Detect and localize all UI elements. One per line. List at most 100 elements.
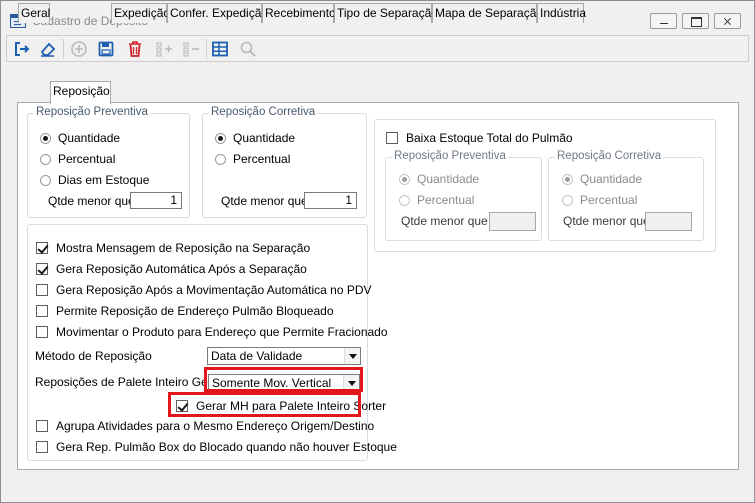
checkbox-label: Gera Reposição Automática Após a Separaç… <box>56 262 307 276</box>
checkbox-box <box>36 441 48 453</box>
metodo-reposicao-label: Método de Reposição <box>35 349 152 363</box>
pulmao-preventiva-title: Reposição Preventiva <box>392 150 508 162</box>
radio-label: Quantidade <box>58 131 121 145</box>
gera-pdv-checkbox[interactable]: Gera Reposição Após a Movimentação Autom… <box>36 283 372 297</box>
corretiva-quantidade-radio[interactable]: Quantidade <box>215 131 295 145</box>
checkbox-box <box>36 263 48 275</box>
pulmao-preventiva-qtde-label: Qtde menor que <box>401 214 488 228</box>
radio-label: Dias em Estoque <box>58 173 150 187</box>
preventiva-qtde-label: Qtde menor que <box>48 194 135 208</box>
mostra-mensagem-checkbox[interactable]: Mostra Mensagem de Reposição na Separaçã… <box>36 241 310 255</box>
toolbar-separator <box>63 39 64 59</box>
pulmao-preventiva-group: Reposição Preventiva Quantidade Percentu… <box>385 150 542 241</box>
preventiva-group: Reposição Preventiva Quantidade Percentu… <box>27 106 190 218</box>
toolbar <box>6 35 749 62</box>
table-icon[interactable] <box>208 37 232 61</box>
palete-inteiro-label: Reposições de Palete Inteiro Gerar <box>35 375 223 389</box>
radio-label: Percentual <box>58 152 116 166</box>
checkbox-box <box>36 420 48 432</box>
delete-icon[interactable] <box>123 37 147 61</box>
agrupa-atividades-checkbox[interactable]: Agrupa Atividades para o Mesmo Endereço … <box>36 419 374 433</box>
preventiva-quantidade-radio[interactable]: Quantidade <box>40 131 120 145</box>
gera-automatica-checkbox[interactable]: Gera Reposição Automática Após a Separaç… <box>36 262 307 276</box>
tab-tipo-separacao[interactable]: Tipo de Separação <box>334 3 438 23</box>
pulmao-group: Baixa Estoque Total do Pulmão Reposição … <box>374 119 716 252</box>
radio-dot <box>40 132 51 144</box>
gerar-mh-highlight <box>168 392 361 417</box>
radio-dot <box>562 194 573 206</box>
add-rows-icon[interactable] <box>152 37 176 61</box>
radio-dot <box>399 194 410 206</box>
radio-dot <box>399 173 410 185</box>
pulmao-corretiva-quantidade-radio[interactable]: Quantidade <box>562 172 642 186</box>
baixa-estoque-pulmao-checkbox[interactable]: Baixa Estoque Total do Pulmão <box>386 131 573 145</box>
search-icon[interactable] <box>236 37 260 61</box>
gera-pulmao-box-checkbox[interactable]: Gera Rep. Pulmão Box do Blocado quando n… <box>36 440 397 454</box>
checkbox-label: Mostra Mensagem de Reposição na Separaçã… <box>56 241 311 255</box>
eraser-icon[interactable] <box>36 37 60 61</box>
checkbox-box <box>36 305 48 317</box>
pulmao-preventiva-percentual-radio[interactable]: Percentual <box>399 193 474 207</box>
checkbox-label: Gera Reposição Após a Movimentação Autom… <box>56 283 372 297</box>
preventiva-title: Reposição Preventiva <box>34 106 150 118</box>
close-button[interactable] <box>714 13 741 29</box>
radio-dot <box>215 153 226 165</box>
radio-dot <box>40 153 51 165</box>
chevron-down-icon[interactable] <box>344 348 360 364</box>
permite-pulmao-checkbox[interactable]: Permite Reposição de Endereço Pulmão Blo… <box>36 304 334 318</box>
minimize-button[interactable] <box>650 13 677 29</box>
checkbox-label: Movimentar o Produto para Endereço que P… <box>56 325 388 339</box>
metodo-reposicao-select[interactable]: Data de Validade <box>207 347 361 365</box>
preventiva-qtde-input[interactable]: 1 <box>130 192 182 209</box>
corretiva-group: Reposição Corretiva Quantidade Percentua… <box>202 106 367 218</box>
pulmao-corretiva-percentual-radio[interactable]: Percentual <box>562 193 637 207</box>
tab-mapa-separacao[interactable]: Mapa de Separação <box>432 3 543 23</box>
options-group: Mostra Mensagem de Reposição na Separaçã… <box>27 224 397 461</box>
preventiva-dias-radio[interactable]: Dias em Estoque <box>40 173 149 187</box>
select-value: Data de Validade <box>211 349 303 363</box>
checkbox-label: Permite Reposição de Endereço Pulmão Blo… <box>56 304 334 318</box>
reposicao-panel: Reposição Preventiva Quantidade Percentu… <box>17 102 739 470</box>
pulmao-corretiva-qtde-input[interactable] <box>645 212 692 231</box>
checkbox-box <box>36 242 48 254</box>
palete-select-highlight <box>204 367 363 392</box>
radio-label: Percentual <box>580 193 638 207</box>
remove-rows-icon[interactable] <box>179 37 203 61</box>
save-icon[interactable] <box>94 37 118 61</box>
radio-dot <box>215 132 226 144</box>
corretiva-percentual-radio[interactable]: Percentual <box>215 152 290 166</box>
tab-industria[interactable]: Indústria <box>537 3 586 23</box>
pulmao-corretiva-title: Reposição Corretiva <box>555 150 664 162</box>
checkbox-label: Agrupa Atividades para o Mesmo Endereço … <box>56 419 375 433</box>
toolbar-separator <box>206 39 207 59</box>
pulmao-corretiva-group: Reposição Corretiva Quantidade Percentua… <box>548 150 704 241</box>
tab-confer-expedicao[interactable]: Confer. Expedição <box>167 3 268 23</box>
radio-label: Percentual <box>233 152 291 166</box>
checkbox-box <box>386 132 398 144</box>
tab-reposicao[interactable]: Reposição <box>50 81 111 104</box>
radio-label: Quantidade <box>580 172 643 186</box>
pulmao-corretiva-qtde-label: Qtde menor que <box>563 214 650 228</box>
maximize-button[interactable] <box>682 13 709 29</box>
checkbox-label: Baixa Estoque Total do Pulmão <box>406 131 573 145</box>
pulmao-preventiva-qtde-input[interactable] <box>489 212 536 231</box>
tab-expedicao[interactable]: Expedição <box>111 3 170 23</box>
radio-dot <box>562 173 573 185</box>
checkbox-box <box>36 284 48 296</box>
exit-icon[interactable] <box>10 37 34 61</box>
pulmao-preventiva-quantidade-radio[interactable]: Quantidade <box>399 172 479 186</box>
movimentar-fracionado-checkbox[interactable]: Movimentar o Produto para Endereço que P… <box>36 325 388 339</box>
radio-label: Percentual <box>417 193 475 207</box>
checkbox-box <box>36 326 48 338</box>
radio-dot <box>40 174 51 186</box>
window: Cadastro de Depósito Geral Reposição Exp… <box>0 0 755 503</box>
radio-label: Quantidade <box>233 131 296 145</box>
checkbox-label: Gera Rep. Pulmão Box do Blocado quando n… <box>56 440 397 454</box>
tab-recebimento[interactable]: Recebimento <box>262 3 336 23</box>
add-icon[interactable] <box>67 37 91 61</box>
tab-geral[interactable]: Geral <box>18 3 50 23</box>
corretiva-qtde-label: Qtde menor que <box>221 194 308 208</box>
corretiva-title: Reposição Corretiva <box>209 106 318 118</box>
corretiva-qtde-input[interactable]: 1 <box>304 192 357 209</box>
preventiva-percentual-radio[interactable]: Percentual <box>40 152 115 166</box>
